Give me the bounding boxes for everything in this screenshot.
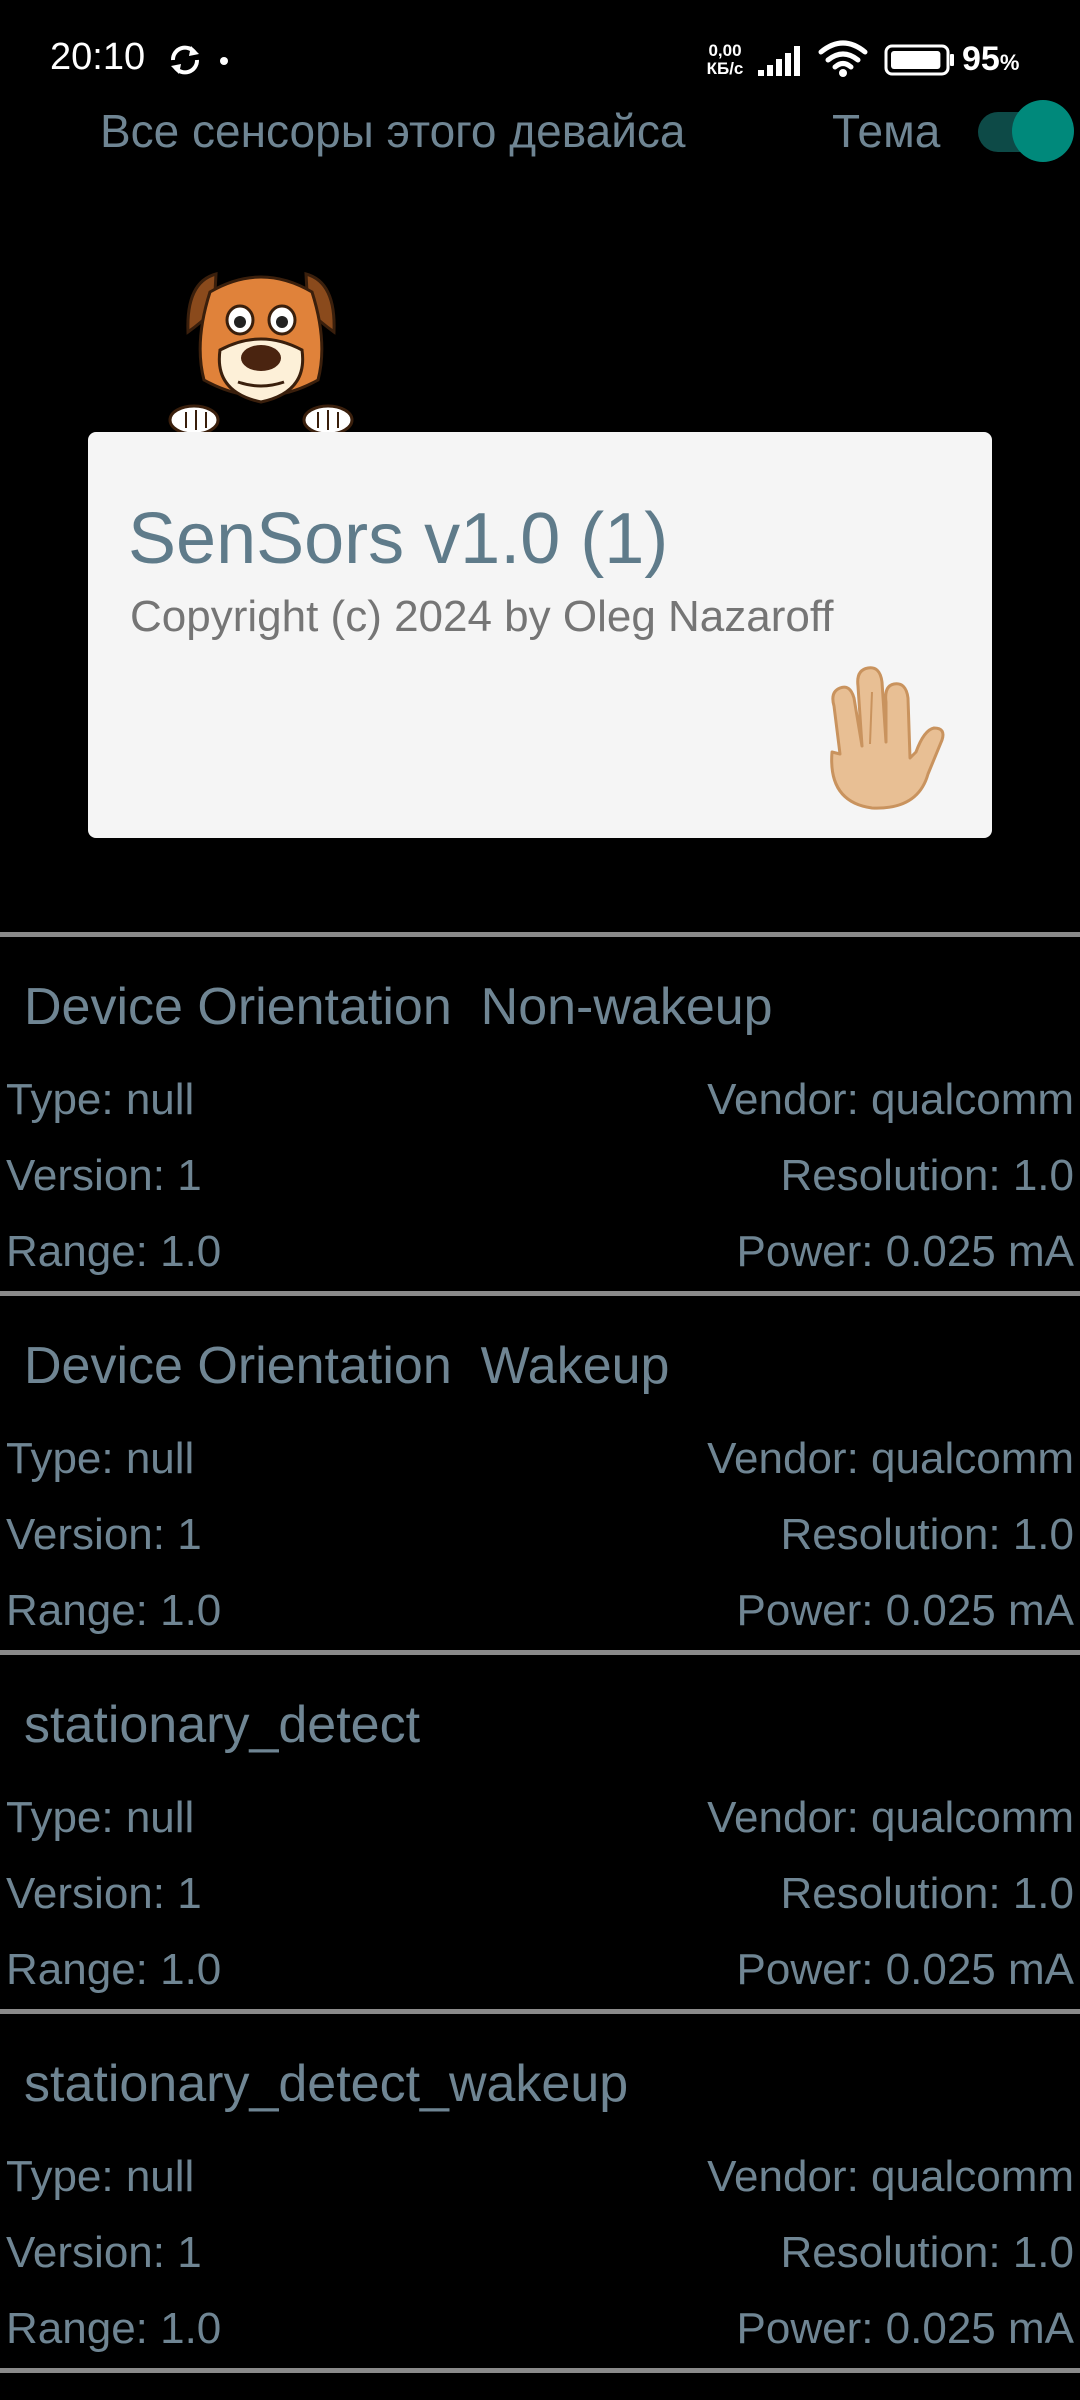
sensor-power: Power: 0.025 mA (736, 1945, 1075, 1994)
sensor-name: stationary_detect (24, 1696, 421, 1754)
sensor-resolution: Resolution: 1.0 (780, 2228, 1074, 2277)
sensor-name: Device Orientation Non-wakeup (24, 978, 773, 1036)
sensor-list: Device Orientation Non-wakeup Type: null… (0, 932, 1080, 2373)
vulcan-salute-icon (830, 666, 945, 810)
about-card: SenSors v1.0 (1) Copyright (c) 2024 by O… (88, 432, 992, 838)
sensor-vendor: Vendor: qualcomm (707, 2152, 1074, 2201)
sensor-version: Version: 1 (6, 2228, 202, 2277)
sensor-resolution: Resolution: 1.0 (780, 1869, 1074, 1918)
battery-percent-value: 95 (962, 40, 1000, 78)
sensor-type: Type: null (6, 2152, 195, 2201)
status-bar: 20:10 0,00 КБ/с 95% (0, 0, 1080, 118)
battery-percent: 95% (962, 40, 1019, 79)
sensor-power: Power: 0.025 mA (736, 1586, 1075, 1635)
theme-label: Тема (832, 105, 941, 157)
sync-icon (170, 45, 200, 75)
sensor-version: Version: 1 (6, 1510, 202, 1559)
sensor-version: Version: 1 (6, 1869, 202, 1918)
sensor-resolution: Resolution: 1.0 (780, 1151, 1074, 1200)
sensor-type: Type: null (6, 1434, 195, 1483)
network-speed-value: 0,00 (708, 41, 742, 60)
sensor-vendor: Vendor: qualcomm (707, 1075, 1074, 1124)
sensor-range: Range: 1.0 (6, 1227, 222, 1276)
network-speed: 0,00 КБ/с (700, 42, 750, 78)
wifi-icon (818, 40, 868, 77)
battery-percent-unit: % (999, 50, 1020, 75)
sensor-power: Power: 0.025 mA (736, 2304, 1075, 2353)
sensor-vendor: Vendor: qualcomm (707, 1434, 1074, 1483)
dog-mascot (168, 272, 354, 432)
divider (0, 2368, 1080, 2373)
app-title: Все сенсоры этого девайса (100, 105, 686, 157)
sensor-type: Type: null (6, 1075, 195, 1124)
about-title: SenSors v1.0 (1) (128, 499, 669, 579)
sensor-name: Device Orientation Wakeup (24, 1337, 670, 1395)
theme-toggle-knob[interactable] (1012, 100, 1074, 162)
sensor-range: Range: 1.0 (6, 1586, 222, 1635)
sensor-name: stationary_detect_wakeup (24, 2055, 629, 2113)
sensor-item[interactable]: stationary_detect Type: null Vendor: qua… (0, 1655, 1080, 2009)
dot-icon (220, 57, 228, 65)
sensor-version: Version: 1 (6, 1151, 202, 1200)
sensor-range: Range: 1.0 (6, 1945, 222, 1994)
sensor-resolution: Resolution: 1.0 (780, 1510, 1074, 1559)
battery-icon (884, 44, 954, 76)
status-time: 20:10 (50, 36, 146, 78)
sensor-type: Type: null (6, 1793, 195, 1842)
sensor-vendor: Vendor: qualcomm (707, 1793, 1074, 1842)
signal-icon (758, 46, 800, 76)
sensor-range: Range: 1.0 (6, 2304, 222, 2353)
sensor-item[interactable]: Device Orientation Wakeup Type: null Ven… (0, 1296, 1080, 1650)
network-speed-unit: КБ/с (706, 59, 744, 78)
about-copyright: Copyright (c) 2024 by Oleg Nazaroff (130, 592, 834, 641)
sensor-item[interactable]: Device Orientation Non-wakeup Type: null… (0, 937, 1080, 1291)
sensor-item[interactable]: stationary_detect_wakeup Type: null Vend… (0, 2014, 1080, 2368)
sensor-power: Power: 0.025 mA (736, 1227, 1075, 1276)
